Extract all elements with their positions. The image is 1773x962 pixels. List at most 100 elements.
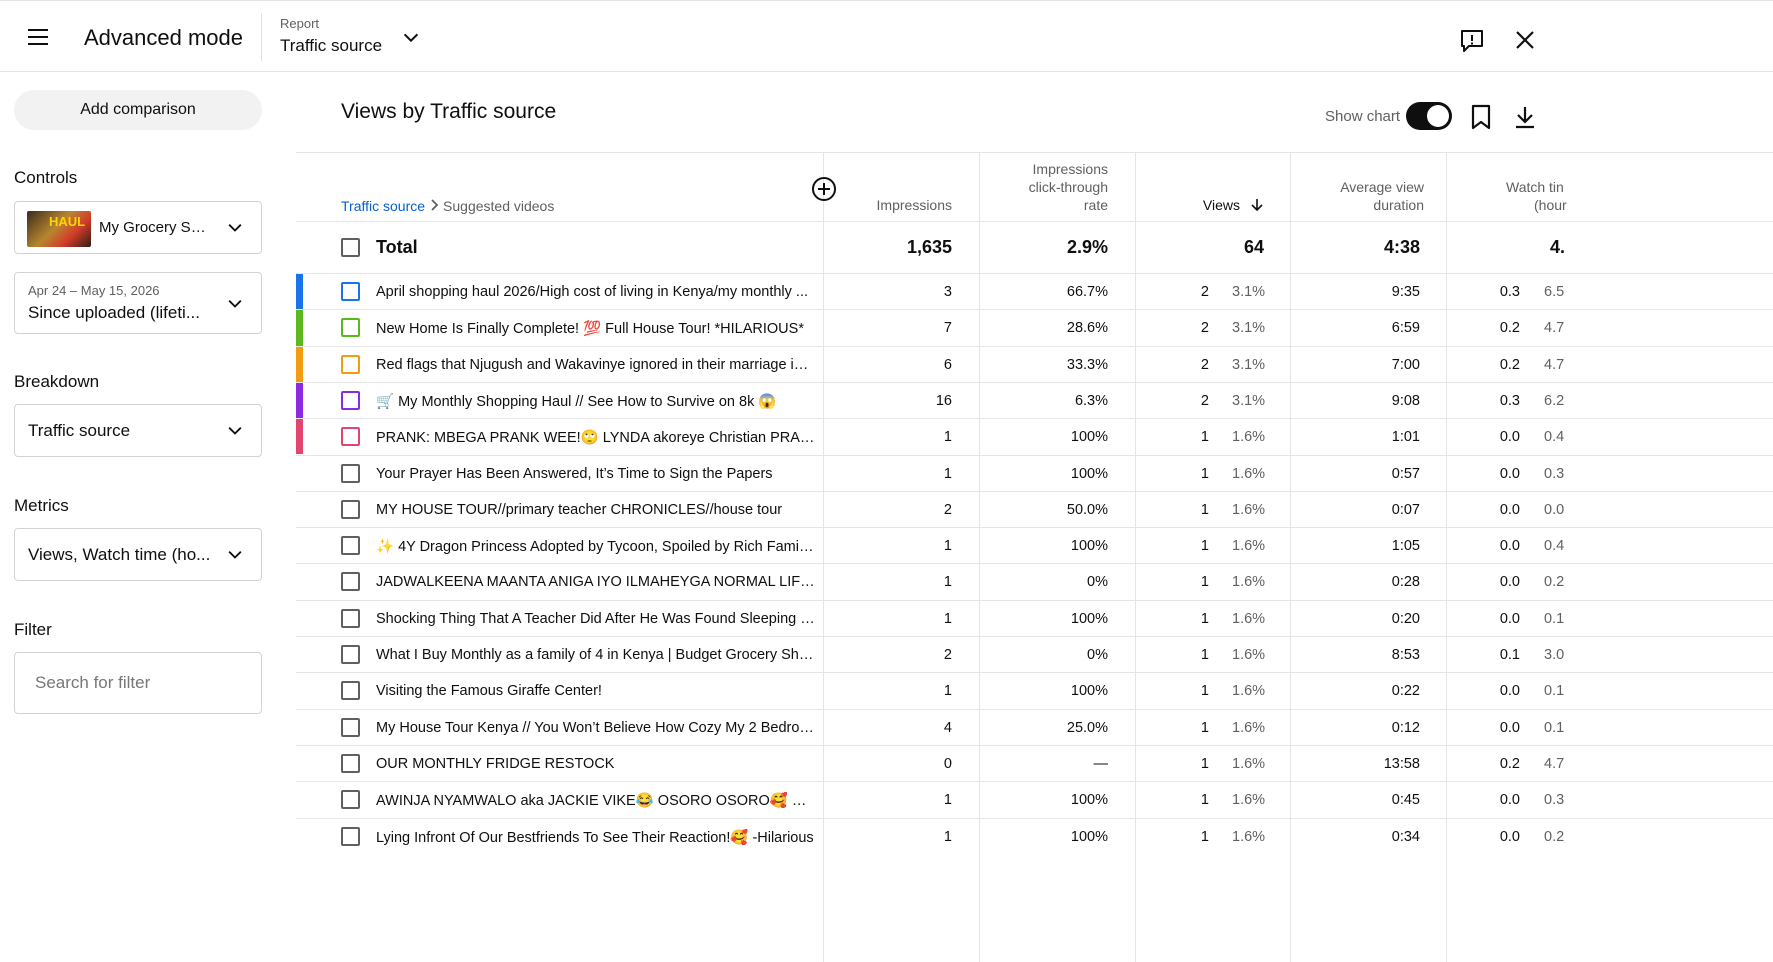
views-percent: 3.1% (1232, 284, 1266, 300)
row-checkbox[interactable] (341, 645, 360, 664)
row-checkbox[interactable] (341, 681, 360, 701)
header-text: Average view (1340, 179, 1424, 195)
video-title[interactable]: Your Prayer Has Been Answered, It’s Time… (376, 466, 816, 482)
row-checkbox[interactable] (341, 390, 360, 410)
table-row[interactable]: Lying Infront Of Our Bestfriends To See … (296, 817, 1773, 854)
table-row[interactable]: What I Buy Monthly as a family of 4 in K… (296, 636, 1773, 672)
table-row[interactable]: My House Tour Kenya // You Won’t Believe… (296, 708, 1773, 745)
row-checkbox[interactable] (341, 753, 360, 773)
table-row[interactable]: Your Prayer Has Been Answered, It’s Time… (296, 454, 1773, 491)
column-header-watch-time[interactable]: Watch tin (hour (1461, 152, 1571, 221)
impressions-value: 1 (943, 574, 952, 591)
breadcrumb-current: Suggested videos (443, 198, 555, 214)
add-column-icon[interactable] (811, 176, 837, 202)
row-checkbox[interactable] (341, 572, 360, 592)
arrow-down-icon (1251, 199, 1263, 212)
avd-value: 1:05 (1391, 538, 1420, 555)
row-checkbox[interactable] (341, 536, 360, 556)
column-header-avg-view-duration[interactable]: Average view duration (1296, 152, 1424, 221)
ctr-value: 100% (1070, 538, 1108, 555)
views-percent: 1.6% (1232, 792, 1266, 809)
series-color-bar (296, 274, 303, 310)
close-icon[interactable] (1513, 28, 1537, 52)
date-range-value: Since uploaded (lifeti... (28, 303, 200, 322)
table-row[interactable]: AWINJA NYAMWALO aka JACKIE VIKE😂 OSORO O… (296, 781, 1773, 817)
views-percent: 1.6% (1232, 501, 1266, 518)
table-row[interactable]: Visiting the Famous Giraffe Center! 1 100%… (296, 672, 1773, 708)
header-text: click-through (1028, 179, 1108, 195)
column-header-ctr[interactable]: Impressions click-through rate (986, 152, 1108, 221)
breakdown-select[interactable]: Traffic source (14, 404, 262, 457)
table-row[interactable]: New Home Is Finally Complete! 💯 Full Hou… (296, 309, 1773, 346)
video-title[interactable]: What I Buy Monthly as a family of 4 in K… (376, 647, 816, 663)
column-header-impressions[interactable]: Impressions (836, 152, 952, 221)
views-value: 1 (1200, 610, 1209, 627)
ctr-value: 28.6% (1066, 320, 1108, 337)
row-checkbox[interactable] (341, 717, 360, 737)
add-comparison-button[interactable]: Add comparison (14, 90, 262, 130)
date-range-dates: Apr 24 – May 15, 2026 (28, 283, 160, 298)
table-row[interactable]: JADWALKEENA MAANTA ANIGA IYO ILMAHEYGA N… (296, 563, 1773, 599)
row-checkbox[interactable] (341, 826, 360, 846)
impressions-value: 16 (935, 392, 952, 409)
column-header-views[interactable]: Views (1146, 152, 1264, 221)
table-row[interactable]: MY HOUSE TOUR//primary teacher CHRONICLE… (296, 490, 1773, 527)
chevron-down-icon (228, 551, 242, 559)
table-row[interactable]: Shocking Thing That A Teacher Did After … (296, 599, 1773, 636)
video-title[interactable]: PRANK: MBEGA PRANK WEE!🙄 LYNDA akoreye C… (376, 429, 816, 446)
show-chart-toggle[interactable] (1406, 102, 1452, 130)
table-row[interactable]: 🛒 My Monthly Shopping Haul // See How to… (296, 381, 1773, 419)
report-label: Report (280, 16, 320, 31)
views-value: 2 (1200, 356, 1209, 373)
breadcrumb-link-traffic-source[interactable]: Traffic source (341, 198, 425, 214)
feedback-icon[interactable] (1458, 27, 1486, 55)
table-row[interactable]: OUR MONTHLY FRIDGE RESTOCK 0 — 1 1.6% 13:58 0.… (296, 744, 1773, 781)
filter-search-input[interactable] (14, 652, 262, 714)
video-title[interactable]: MY HOUSE TOUR//primary teacher CHRONICLE… (376, 502, 816, 518)
table-row[interactable]: ✨ 4Y Dragon Princess Adopted by Tycoon, … (296, 527, 1773, 563)
ctr-value: 25.0% (1066, 719, 1108, 736)
video-title[interactable]: OUR MONTHLY FRIDGE RESTOCK (376, 756, 816, 772)
impressions-value: 7 (943, 320, 952, 337)
video-title[interactable]: Shocking Thing That A Teacher Did After … (376, 611, 816, 627)
date-range-select[interactable]: Apr 24 – May 15, 2026 Since uploaded (li… (14, 272, 262, 334)
metrics-select[interactable]: Views, Watch time (ho... (14, 528, 262, 581)
video-title[interactable]: Lying Infront Of Our Bestfriends To See … (376, 829, 816, 846)
ctr-value: 66.7% (1066, 284, 1108, 300)
views-percent: 1.6% (1232, 574, 1266, 591)
video-title[interactable]: AWINJA NYAMWALO aka JACKIE VIKE😂 OSORO O… (376, 792, 816, 809)
checkbox-total[interactable] (341, 238, 360, 257)
video-select[interactable]: HAUL My Grocery Sh... (14, 201, 262, 254)
toggle-knob (1427, 105, 1449, 127)
video-title[interactable]: JADWALKEENA MAANTA ANIGA IYO ILMAHEYGA N… (376, 574, 816, 590)
row-checkbox[interactable] (341, 499, 360, 519)
row-checkbox[interactable] (341, 318, 360, 338)
table-row[interactable]: PRANK: MBEGA PRANK WEE!🙄 LYNDA akoreye C… (296, 418, 1773, 455)
download-icon[interactable] (1512, 104, 1538, 130)
video-title[interactable]: 🛒 My Monthly Shopping Haul // See How to… (376, 393, 816, 410)
video-title[interactable]: ✨ 4Y Dragon Princess Adopted by Tycoon, … (376, 538, 816, 555)
total-watch-time: 4. (1550, 237, 1566, 257)
video-title[interactable]: New Home Is Finally Complete! 💯 Full Hou… (376, 320, 816, 337)
menu-icon[interactable] (28, 29, 48, 45)
chevron-down-icon[interactable] (400, 27, 422, 49)
views-percent: 1.6% (1232, 719, 1266, 736)
video-title[interactable]: April shopping haul 2026/High cost of li… (376, 284, 816, 300)
table-row[interactable]: Red flags that Njugush and Wakavinye ign… (296, 345, 1773, 382)
ctr-value: 100% (1070, 429, 1108, 446)
row-checkbox[interactable] (341, 463, 360, 483)
row-checkbox[interactable] (341, 354, 360, 374)
report-value[interactable]: Traffic source (280, 36, 382, 56)
bookmark-icon[interactable] (1469, 104, 1493, 130)
row-checkbox[interactable] (341, 608, 360, 628)
table-row[interactable]: April shopping haul 2026/High cost of li… (296, 273, 1773, 310)
row-checkbox[interactable] (341, 282, 360, 301)
video-title[interactable]: Visiting the Famous Giraffe Center! (376, 683, 816, 699)
breakdown-label: Breakdown (14, 372, 100, 391)
total-views: 64 (1243, 237, 1264, 257)
video-title[interactable]: Red flags that Njugush and Wakavinye ign… (376, 357, 816, 373)
video-title[interactable]: My House Tour Kenya // You Won’t Believe… (376, 720, 816, 736)
row-checkbox[interactable] (341, 427, 360, 447)
row-checkbox[interactable] (341, 790, 360, 810)
views-percent: 1.6% (1232, 465, 1266, 482)
